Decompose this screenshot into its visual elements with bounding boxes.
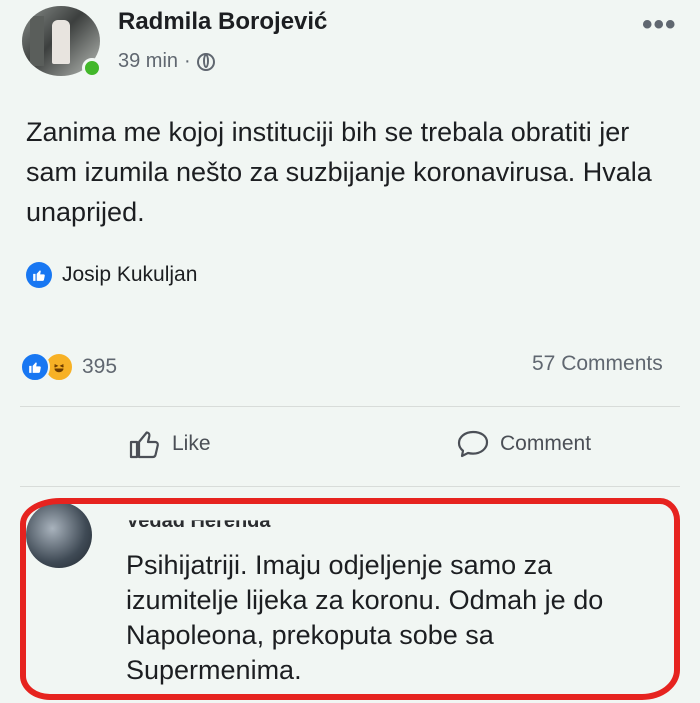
like-button[interactable]: Like [128,428,211,460]
post-author-name[interactable]: Radmila Borojević [118,8,327,36]
avatar-figure [52,20,70,64]
avatar-figure-background [30,16,44,66]
like-label: Like [172,432,211,455]
facebook-post: Radmila Borojević 39 min · ••• Zanima me… [0,0,700,703]
like-reaction-icon [20,352,50,382]
speech-bubble-icon [456,428,490,460]
globe-icon [196,52,215,71]
online-status-icon [82,58,102,78]
comment-label: Comment [500,432,592,455]
comments-count[interactable]: 57 Comments [532,352,663,376]
post-time[interactable]: 39 min [118,50,178,73]
red-highlight-circle [20,498,680,700]
shared-by-name[interactable]: Josip Kukuljan [62,263,197,287]
like-badge-icon [26,262,52,288]
post-text: Zanima me kojoj instituciji bih se treba… [26,117,652,227]
meta-separator: · [184,50,191,72]
divider [20,486,680,487]
shared-by-row: Josip Kukuljan [26,262,197,288]
more-options-icon[interactable]: ••• [642,8,677,42]
thumbs-up-icon [128,428,162,460]
comment-button[interactable]: Comment [456,428,591,460]
post-meta: 39 min · [118,50,215,73]
reactions-summary[interactable]: 395 [20,352,117,382]
divider [20,406,680,407]
reactions-count: 395 [82,355,118,378]
